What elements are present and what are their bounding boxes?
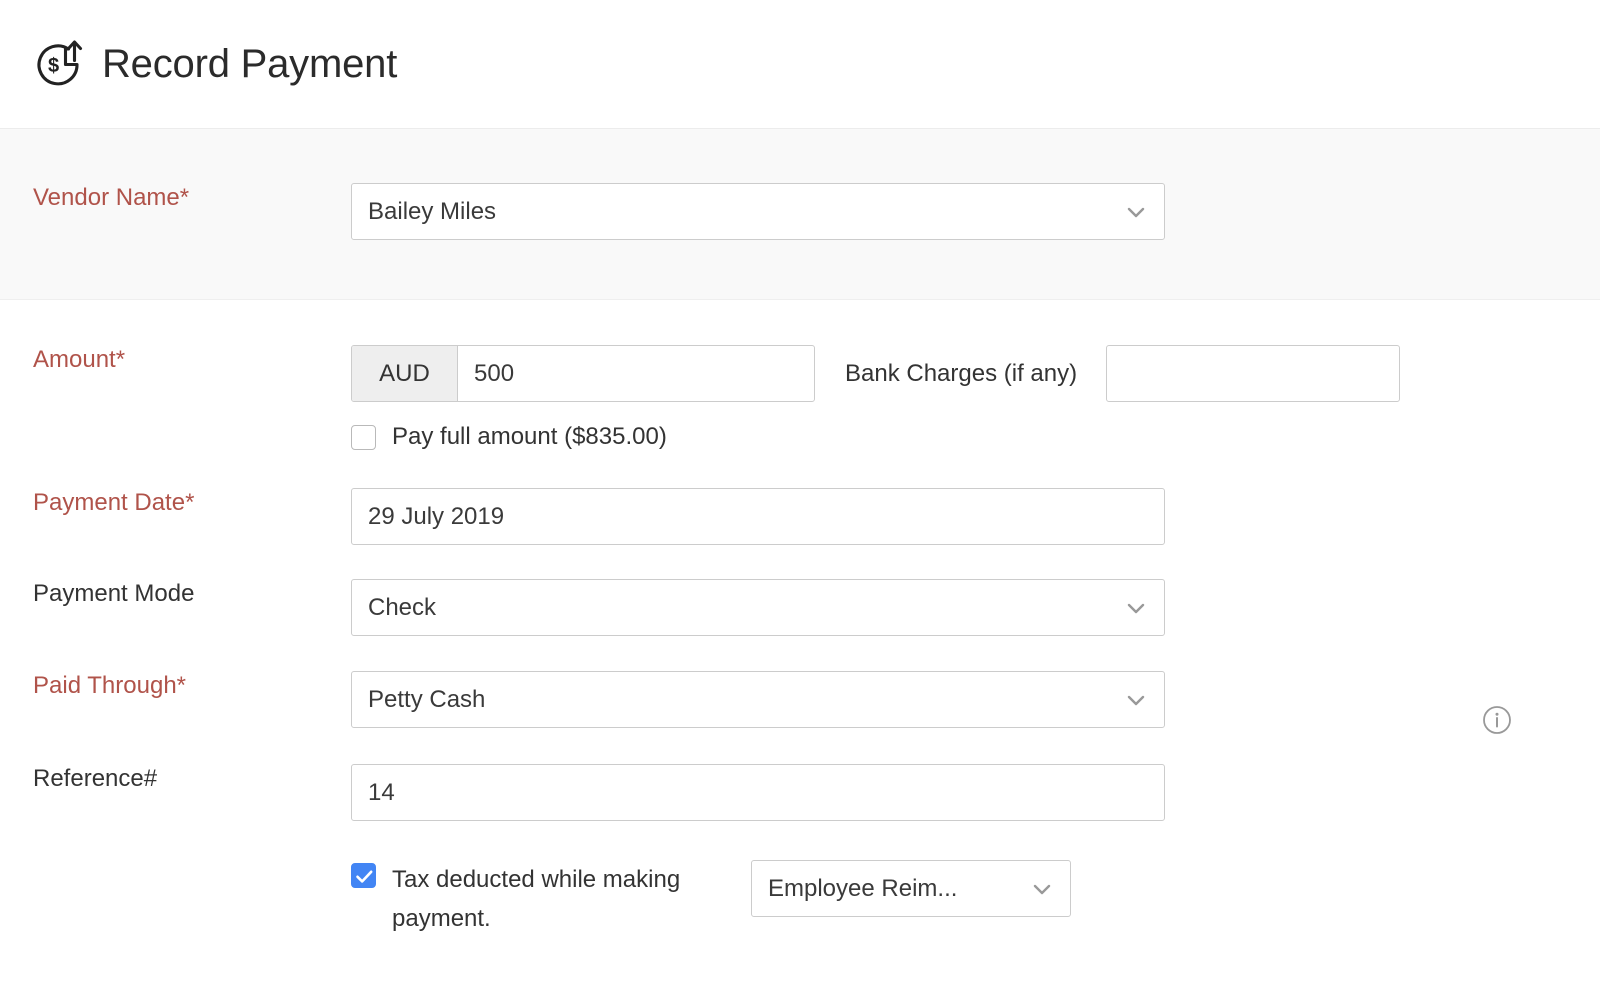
payment-mode-select[interactable]: Check <box>351 579 1165 636</box>
amount-row: Amount* AUD 500 Bank Charges (if any) <box>0 345 1600 402</box>
pay-full-amount-row: Pay full amount ($835.00) <box>0 422 1600 451</box>
vendor-name-control: Bailey Miles <box>351 183 1165 240</box>
tax-deducted-checkbox[interactable] <box>351 863 376 888</box>
pay-full-amount-label: Pay full amount ($835.00) <box>392 422 667 451</box>
bank-charges-label: Bank Charges (if any) <box>845 345 1077 402</box>
pay-full-amount-checkbox[interactable] <box>351 425 376 450</box>
tax-account-value: Employee Reim... <box>768 877 957 901</box>
chevron-down-icon <box>1031 878 1053 900</box>
vendor-name-select[interactable]: Bailey Miles <box>351 183 1165 240</box>
payment-date-control: 29 July 2019 <box>351 488 1165 545</box>
page-header: $ Record Payment <box>0 0 1600 128</box>
reference-label: Reference# <box>0 764 351 794</box>
chevron-down-icon <box>1125 201 1147 223</box>
bank-charges-input[interactable] <box>1106 345 1400 402</box>
tax-deducted-row: Tax deducted while making payment. Emplo… <box>0 860 1600 938</box>
amount-control: AUD 500 <box>351 345 815 402</box>
reference-value: 14 <box>368 781 395 805</box>
tax-deducted-label: Tax deducted while making payment. <box>392 860 737 938</box>
chevron-down-icon <box>1125 689 1147 711</box>
payment-date-value: 29 July 2019 <box>368 505 504 529</box>
tax-deducted-control[interactable]: Tax deducted while making payment. <box>351 860 737 938</box>
paid-through-label: Paid Through* <box>0 671 351 701</box>
amount-label: Amount* <box>0 345 351 375</box>
paid-through-control: Petty Cash <box>351 671 1165 728</box>
bank-charges-control: Bank Charges (if any) <box>845 345 1077 402</box>
currency-code: AUD <box>352 346 458 401</box>
payment-mode-row: Payment Mode Check <box>0 579 1600 636</box>
record-payment-icon: $ <box>32 37 86 91</box>
payment-mode-control: Check <box>351 579 1165 636</box>
paid-through-select[interactable]: Petty Cash <box>351 671 1165 728</box>
bank-charges-field-wrap <box>1106 345 1400 402</box>
pay-full-amount-control[interactable]: Pay full amount ($835.00) <box>351 422 667 451</box>
payment-date-label: Payment Date* <box>0 488 351 518</box>
tax-account-select[interactable]: Employee Reim... <box>751 860 1071 917</box>
page-title: Record Payment <box>102 44 397 84</box>
payment-date-input[interactable]: 29 July 2019 <box>351 488 1165 545</box>
reference-control: 14 <box>351 764 1165 821</box>
amount-input-group: AUD 500 <box>351 345 815 402</box>
reference-row: Reference# 14 <box>0 764 1600 821</box>
tax-account-control: Employee Reim... <box>751 860 1071 917</box>
chevron-down-icon <box>1125 597 1147 619</box>
paid-through-value: Petty Cash <box>368 688 485 712</box>
vendor-name-label: Vendor Name* <box>0 183 351 213</box>
payment-date-row: Payment Date* 29 July 2019 <box>0 488 1600 545</box>
checkmark-icon <box>352 864 377 889</box>
svg-text:$: $ <box>48 55 59 77</box>
amount-input[interactable]: 500 <box>458 346 814 401</box>
vendor-name-value: Bailey Miles <box>368 200 496 224</box>
payment-mode-label: Payment Mode <box>0 579 351 609</box>
payment-mode-value: Check <box>368 596 436 620</box>
vendor-name-row: Vendor Name* Bailey Miles <box>0 183 1600 240</box>
paid-through-row: Paid Through* Petty Cash <box>0 671 1600 728</box>
reference-input[interactable]: 14 <box>351 764 1165 821</box>
record-payment-page: $ Record Payment Vendor Name* Bailey Mil… <box>0 0 1600 986</box>
